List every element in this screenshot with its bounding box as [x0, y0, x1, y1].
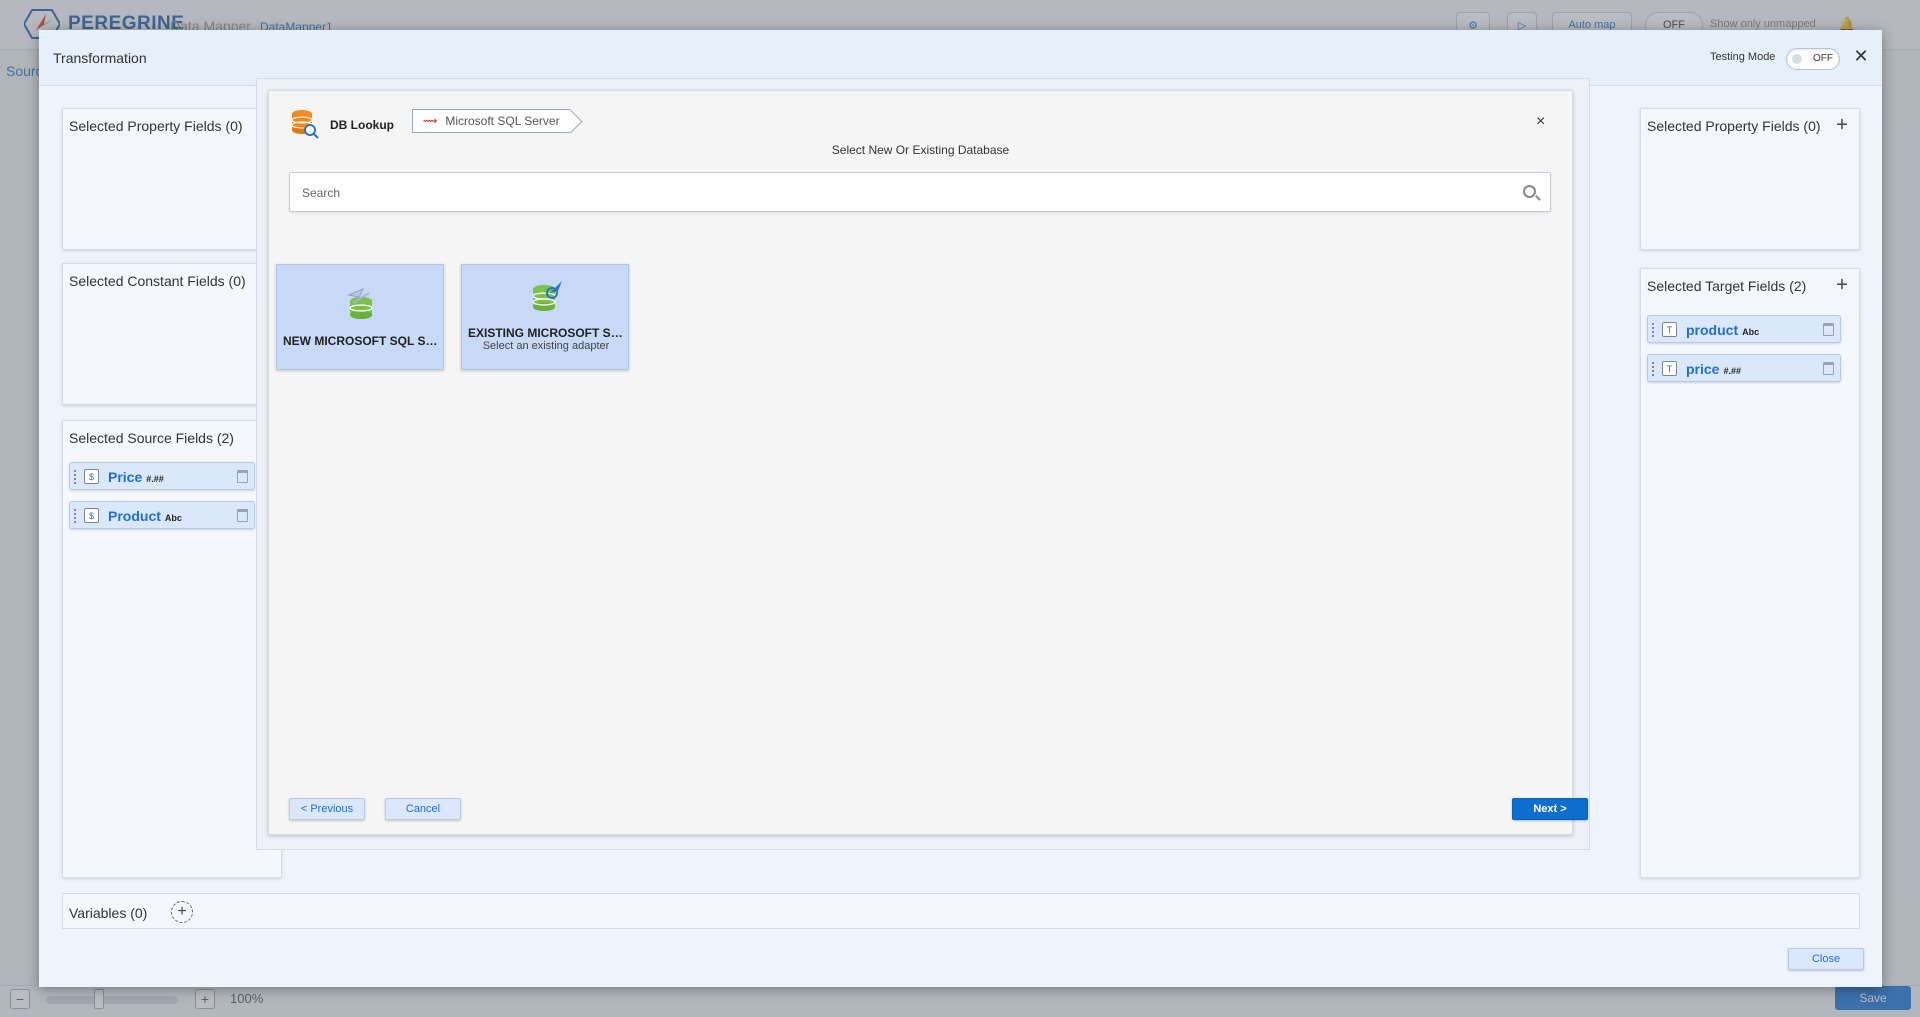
field-type-badge: #.## [146, 474, 164, 484]
previous-button[interactable]: < Previous [289, 798, 365, 820]
field-name: Price #.## [108, 469, 164, 485]
field-type-badge: Abc [164, 513, 182, 523]
existing-database-icon [532, 281, 562, 311]
add-variable-button[interactable]: + [171, 901, 193, 923]
db-lookup-title: DB Lookup [330, 118, 394, 132]
toggle-knob [1792, 54, 1802, 64]
close-icon[interactable]: ✕ [1851, 46, 1871, 66]
search-box[interactable] [289, 172, 1551, 212]
panel-title: Selected Constant Fields (0) [69, 273, 246, 289]
source-fields-panel: Selected Source Fields (2) + $ Price#.##… [62, 420, 282, 878]
option-sublabel: Select an existing adapter [482, 340, 610, 352]
add-target-field-button[interactable]: + [1831, 274, 1853, 296]
testing-mode-label: Testing Mode [1710, 51, 1776, 63]
panel-title: Selected Target Fields (2) [1647, 278, 1807, 294]
variables-label: Variables (0) [69, 905, 148, 921]
existing-database-option[interactable]: EXISTING MICROSOFT SQL SERVER Select an … [461, 264, 629, 370]
new-database-option[interactable]: NEW MICROSOFT SQL SERVER [276, 264, 444, 370]
add-property-field-button[interactable]: + [1831, 114, 1853, 136]
db-lookup-card: DB Lookup ⟿ Microsoft SQL Server × Selec… [268, 90, 1588, 835]
trash-icon[interactable] [237, 509, 248, 522]
breadcrumb-label: Microsoft SQL Server [445, 114, 560, 128]
target-field-chip[interactable]: T price #.## [1647, 354, 1841, 382]
sql-server-icon: ⟿ [423, 115, 438, 127]
target-field-chip[interactable]: T product Abc [1647, 315, 1841, 343]
left-property-fields-panel: Selected Property Fields (0) + [62, 108, 282, 250]
option-label: EXISTING MICROSOFT SQL SERVER [468, 326, 624, 340]
source-field-chip[interactable]: $ Product Abc [69, 501, 255, 529]
field-name: product Abc [1686, 322, 1760, 338]
drag-handle-icon[interactable] [1652, 362, 1656, 376]
trash-icon[interactable] [1823, 362, 1834, 375]
close-icon[interactable]: × [1536, 113, 1545, 131]
panel-title: Selected Property Fields (0) [1647, 118, 1821, 134]
trash-icon[interactable] [237, 470, 248, 483]
new-database-icon [347, 288, 373, 319]
modal-title: Transformation [53, 50, 147, 66]
field-type-badge: Abc [1742, 327, 1760, 337]
cancel-button[interactable]: Cancel [385, 798, 461, 820]
variables-bar: Variables (0) + [62, 893, 1860, 929]
field-name: price #.## [1686, 361, 1741, 377]
option-label: NEW MICROSOFT SQL SERVER [283, 334, 439, 348]
field-name: Product Abc [108, 508, 182, 524]
right-property-fields-panel: Selected Property Fields (0) + [1640, 108, 1860, 250]
field-type-icon: T [1662, 322, 1677, 337]
trash-icon[interactable] [1823, 323, 1834, 336]
lookup-subtitle: Select New Or Existing Database [831, 143, 1010, 157]
close-button[interactable]: Close [1788, 948, 1864, 970]
target-fields-panel: Selected Target Fields (2) + T product Ab… [1640, 268, 1860, 878]
drag-handle-icon[interactable] [74, 509, 78, 523]
panel-title: Selected Source Fields (2) [69, 430, 234, 446]
panel-title: Selected Property Fields (0) [69, 118, 243, 134]
field-type-icon: $ [84, 469, 99, 484]
field-type-icon: $ [84, 508, 99, 523]
field-type-icon: T [1662, 361, 1677, 376]
source-field-chip[interactable]: $ Price #.## [69, 462, 255, 490]
field-type-badge: #.## [1723, 366, 1741, 376]
toggle-state-label: OFF [1813, 53, 1833, 64]
testing-mode-toggle[interactable]: OFF [1786, 48, 1840, 70]
db-lookup-icon [291, 110, 319, 139]
breadcrumb[interactable]: ⟿ Microsoft SQL Server [412, 109, 570, 133]
drag-handle-icon[interactable] [1652, 323, 1656, 337]
drag-handle-icon[interactable] [74, 470, 78, 484]
search-input[interactable] [302, 183, 1502, 203]
next-button[interactable]: Next > [1512, 798, 1588, 820]
search-icon[interactable] [1523, 185, 1536, 198]
constant-fields-panel: Selected Constant Fields (0) + [62, 263, 282, 405]
